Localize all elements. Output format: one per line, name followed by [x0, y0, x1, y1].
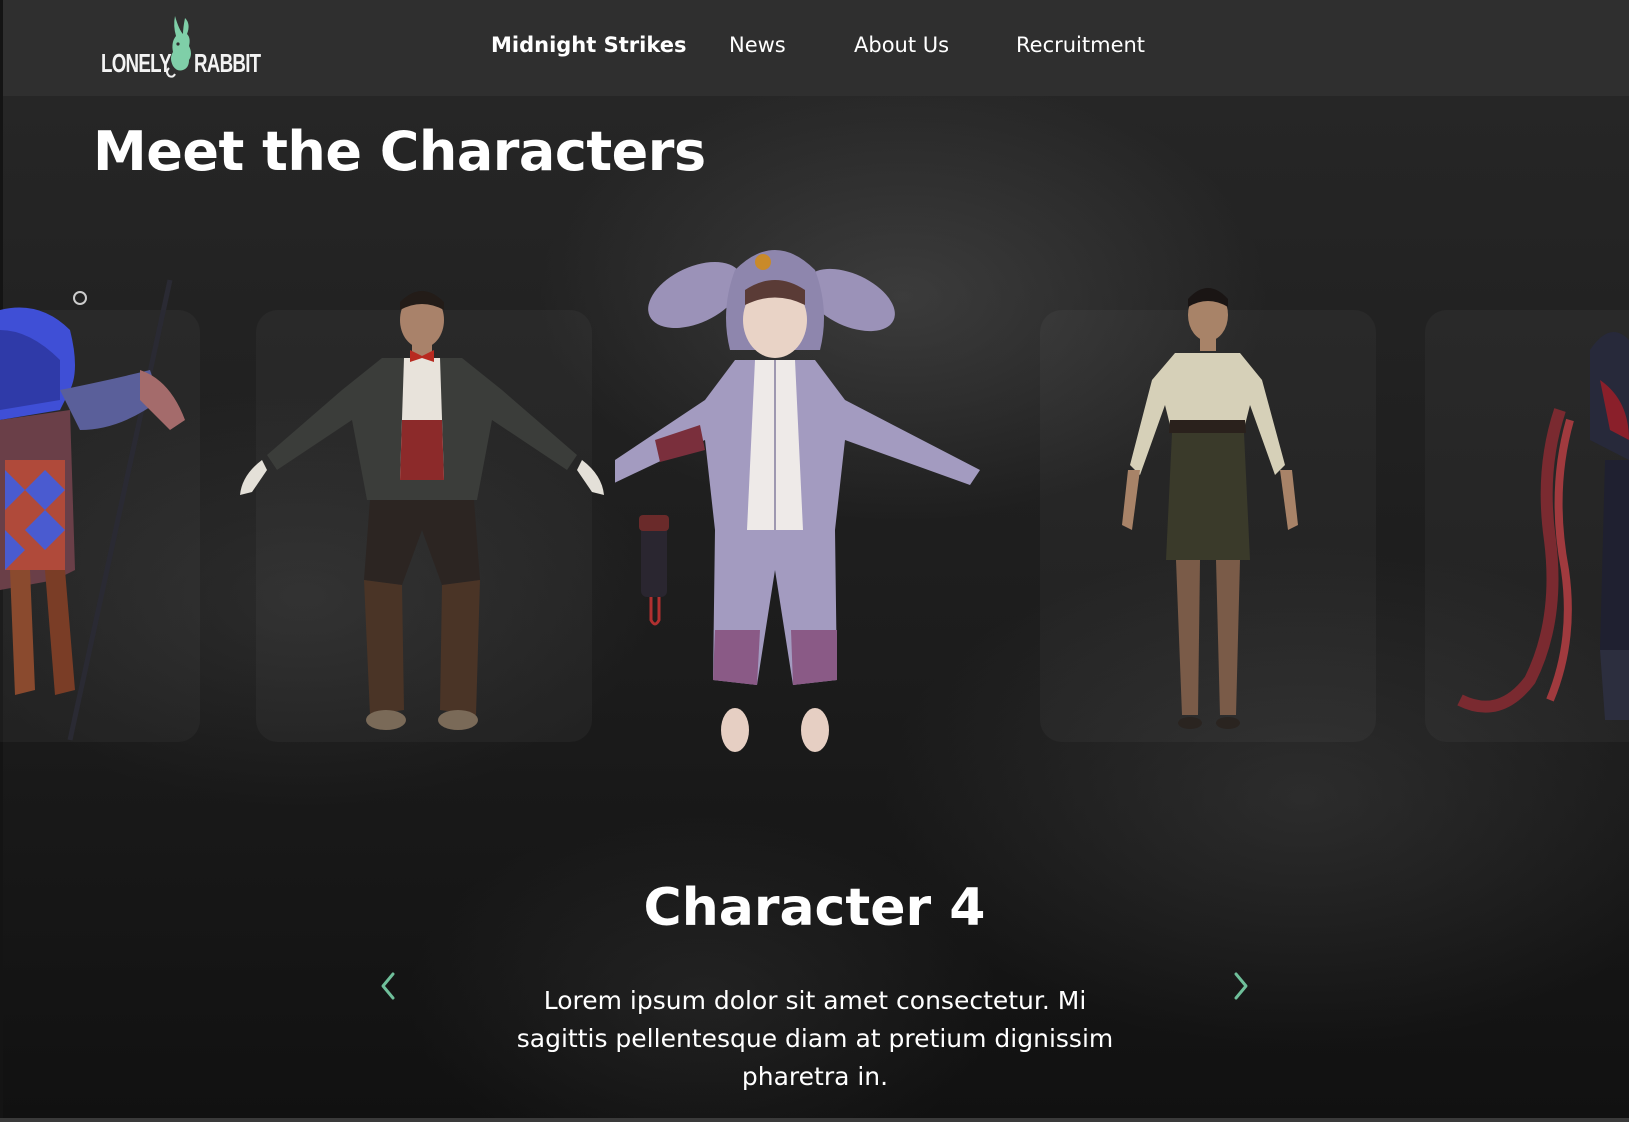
character-title: Character 4 — [643, 878, 986, 938]
page: LONELY RABBIT Midnight Strikes News Abou… — [0, 0, 1629, 1122]
chevron-right-icon[interactable] — [1230, 970, 1252, 1002]
character-figure-gentleman[interactable] — [232, 280, 612, 740]
nav-item-recruitment[interactable]: Recruitment — [1016, 33, 1145, 57]
character-figure-tentacle[interactable] — [1440, 320, 1629, 740]
character-figure-jester[interactable] — [0, 270, 200, 750]
nav-item-news[interactable]: News — [729, 33, 786, 57]
chevron-left-icon[interactable] — [377, 970, 399, 1002]
top-navbar: LONELY RABBIT Midnight Strikes News Abou… — [3, 0, 1629, 96]
nav-item-midnight-strikes[interactable]: Midnight Strikes — [491, 33, 686, 57]
page-bottom-edge — [0, 1118, 1629, 1122]
character-description: Lorem ipsum dolor sit amet consectetur. … — [516, 986, 1114, 1091]
nav-item-about-us[interactable]: About Us — [854, 33, 949, 57]
character-figure-secretary[interactable] — [1080, 275, 1340, 745]
character-figure-bunny-kid[interactable] — [615, 230, 1015, 780]
brand-logo[interactable]: LONELY RABBIT — [99, 14, 269, 84]
rabbit-logo-icon — [166, 16, 191, 78]
logo-text-right: RABBIT — [194, 48, 261, 78]
page-title: Meet the Characters — [93, 120, 706, 183]
